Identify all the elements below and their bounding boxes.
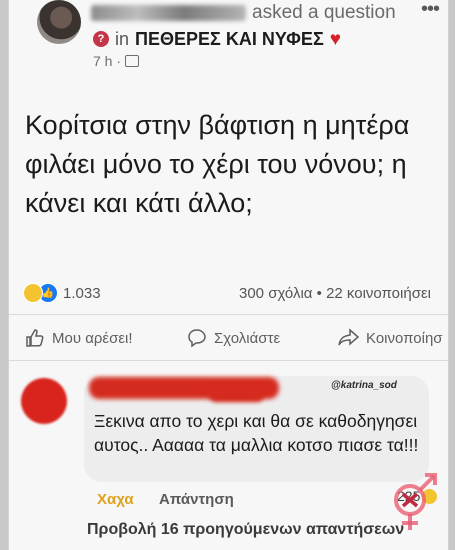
group-row: ? in ΠΕΘΕΡΕΣ ΚΑΙ ΝΥΦΕΣ ♥ — [93, 29, 341, 49]
share-label: Κοινοποίησ — [366, 329, 443, 347]
like-icon — [26, 329, 44, 347]
like-label: Μου αρέσει! — [52, 329, 133, 347]
group-name-link[interactable]: ΠΕΘΕΡΕΣ ΚΑΙ ΝΥΦΕΣ — [135, 29, 324, 50]
post-card: asked a question ••• ? in ΠΕΘΕΡΕΣ ΚΑΙ ΝΥ… — [8, 0, 449, 550]
comment-icon — [188, 329, 206, 348]
author-avatar[interactable] — [37, 0, 81, 44]
view-previous-replies-link[interactable]: Προβολή 16 προηγούμενων απαντήσεων — [87, 521, 404, 539]
comments-shares-count[interactable]: 300 σχόλια • 22 κοινοποιήσει — [239, 285, 431, 302]
question-badge-icon: ? — [93, 31, 109, 47]
divider — [9, 314, 448, 315]
reactions-summary[interactable]: 👍 1.033 — [23, 283, 101, 303]
comment-reply-button[interactable]: Απάντηση — [159, 491, 234, 508]
question-text: Κορίτσια στην βάφτιση η μητέρα φιλάει μό… — [25, 110, 410, 218]
divider — [9, 360, 448, 361]
heart-icon: ♥ — [329, 28, 342, 50]
like-button[interactable]: Μου αρέσει! — [25, 328, 133, 348]
commenter-name-redacted — [209, 388, 264, 402]
commenter-avatar-redacted[interactable] — [21, 378, 67, 424]
post-meta: 7 h · — [93, 53, 140, 69]
comment-haha-button[interactable]: Χαχα — [97, 491, 134, 508]
share-button[interactable]: Κοινοποίησ — [337, 328, 443, 348]
reaction-count: 1.033 — [63, 284, 101, 302]
haha-reaction-icon — [23, 283, 43, 303]
share-icon — [338, 328, 359, 346]
in-label: in — [115, 28, 130, 49]
asked-question-label: asked a question — [252, 2, 396, 23]
globe-icon — [125, 55, 140, 67]
comment-label: Σχολιάστε — [214, 329, 281, 347]
post-time[interactable]: 7 h · — [93, 53, 121, 69]
watermark: @katrina_sod — [331, 380, 397, 391]
site-logo-icon — [394, 473, 437, 530]
action-bar: Μου αρέσει! Σχολιάστε Κοινοποίησ — [9, 322, 448, 356]
comment-text: Ξεκινα απο το χερι και θα σε καθοδηγησει… — [94, 411, 419, 455]
comment-button[interactable]: Σχολιάστε — [187, 328, 280, 348]
author-name-blurred — [91, 5, 246, 21]
more-options-button[interactable]: ••• — [421, 0, 440, 21]
